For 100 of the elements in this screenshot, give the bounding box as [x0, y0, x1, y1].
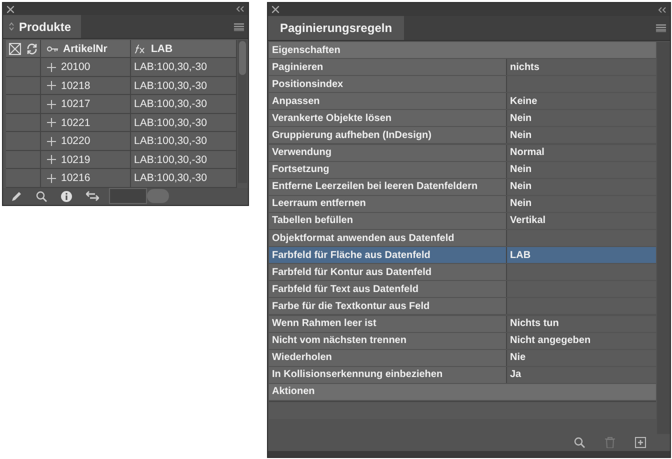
- property-label: In Kollisionserkennung einbeziehen: [269, 366, 507, 383]
- property-label: Paginieren: [269, 59, 507, 76]
- property-label: Wiederholen: [269, 350, 507, 366]
- property-value: Nein: [507, 110, 656, 126]
- column-header[interactable]: LAB: [131, 40, 237, 58]
- article-number: 20100: [61, 61, 90, 74]
- frame-icon[interactable]: [9, 42, 21, 55]
- property-label: Farbe für die Textkontur aus Feld: [269, 298, 507, 314]
- property-row[interactable]: Farbe für die Textkontur aus Feld: [269, 298, 656, 314]
- article-number: 10217: [61, 98, 90, 110]
- property-row[interactable]: Leerraum entfernen Nein: [269, 196, 656, 212]
- table-cell: LAB:100,30,-30: [131, 169, 237, 187]
- property-value: Normal: [507, 144, 656, 161]
- property-label: Positionsindex: [269, 76, 507, 92]
- swap-icon[interactable]: [86, 191, 99, 202]
- plus-icon[interactable]: [47, 136, 56, 146]
- close-icon[interactable]: [272, 6, 279, 13]
- plus-icon[interactable]: [47, 62, 56, 72]
- property-row[interactable]: Gruppierung aufheben (InDesign) Nein: [269, 127, 656, 144]
- property-label: Objektformat anwenden aus Datenfeld: [269, 230, 507, 246]
- property-value: Nein: [507, 178, 656, 195]
- property-row[interactable]: Wenn Rahmen leer ist Nichts tun: [269, 316, 656, 332]
- property-row[interactable]: Fortsetzung Nein: [269, 162, 656, 178]
- search-icon[interactable]: [36, 190, 47, 202]
- property-label: Farbfeld für Fläche aus Datenfeld: [269, 247, 507, 264]
- close-icon[interactable]: [7, 6, 14, 13]
- article-number: 10218: [61, 80, 90, 92]
- column-header[interactable]: ArtikelNr: [41, 40, 131, 58]
- plus-icon[interactable]: [47, 118, 56, 128]
- section-header[interactable]: Eigenschaften: [269, 42, 656, 58]
- property-value: Nichts tun: [507, 316, 656, 332]
- property-value: Vertikal: [507, 212, 656, 229]
- table-cell: LAB:100,30,-30: [131, 76, 237, 94]
- property-value: Nein: [507, 162, 656, 178]
- property-label: Entferne Leerzeilen bei leeren Datenfeldern: [269, 178, 507, 195]
- property-row[interactable]: Tabellen befüllen Vertikal: [269, 212, 656, 229]
- article-number: 10219: [61, 154, 90, 166]
- plus-icon[interactable]: [47, 155, 56, 164]
- section-header[interactable]: Aktionen: [269, 384, 656, 400]
- property-row[interactable]: Verankerte Objekte lösen Nein: [269, 110, 656, 126]
- menu-icon[interactable]: [234, 22, 244, 31]
- property-label: Nicht vom nächsten trennen: [269, 332, 507, 349]
- property-value: Nein: [507, 196, 656, 212]
- scrollbar[interactable]: [657, 42, 670, 434]
- property-row[interactable]: Verwendung Normal: [269, 144, 656, 161]
- table-cell: LAB:100,30,-30: [131, 132, 237, 150]
- property-value: Nie: [507, 350, 656, 366]
- property-label: Gruppierung aufheben (InDesign): [269, 127, 507, 144]
- scroll-thumb[interactable]: [239, 40, 246, 75]
- scrollbar[interactable]: [238, 40, 247, 183]
- panel-title: Produkte: [19, 20, 72, 34]
- table-cell: LAB:100,30,-30: [131, 114, 237, 132]
- property-label: Anpassen: [269, 93, 507, 110]
- panel-tab[interactable]: Paginierungsregeln: [268, 16, 404, 40]
- plus-icon[interactable]: [47, 100, 56, 109]
- refresh-icon[interactable]: [26, 42, 38, 55]
- property-value: LAB: [507, 247, 656, 264]
- formula-icon: [134, 44, 146, 54]
- property-label: Verankerte Objekte lösen: [269, 110, 507, 126]
- property-value: Keine: [507, 93, 656, 110]
- property-value: Nicht angegeben: [507, 332, 656, 349]
- property-value: nichts: [507, 59, 656, 76]
- property-label: Wenn Rahmen leer ist: [269, 316, 507, 332]
- property-row[interactable]: Objektformat anwenden aus Datenfeld: [269, 230, 656, 246]
- article-number: 10220: [61, 135, 90, 148]
- updown-icon: [9, 22, 14, 32]
- property-row[interactable]: In Kollisionserkennung einbeziehen Ja: [269, 366, 656, 383]
- property-row[interactable]: Nicht vom nächsten trennen Nicht angegeben: [269, 332, 656, 349]
- property-row[interactable]: Farbfeld für Fläche aus Datenfeld LAB: [269, 247, 656, 264]
- property-label: Tabellen befüllen: [269, 212, 507, 229]
- property-row[interactable]: Anpassen Keine: [269, 93, 656, 110]
- input-field[interactable]: [109, 188, 147, 204]
- menu-icon[interactable]: [656, 24, 666, 32]
- property-row[interactable]: Entferne Leerzeilen bei leeren Datenfeldern Nein: [269, 178, 656, 195]
- plus-icon[interactable]: [47, 81, 56, 90]
- key-icon: [47, 46, 58, 52]
- property-label: Verwendung: [269, 144, 507, 161]
- collapse-icon[interactable]: [236, 6, 244, 12]
- property-row[interactable]: Farbfeld für Text aus Datenfeld: [269, 281, 656, 298]
- property-label: Farbfeld für Text aus Datenfeld: [269, 281, 507, 298]
- table-cell: LAB:100,30,-30: [131, 150, 237, 168]
- property-value: Nein: [507, 127, 656, 144]
- article-number: 10221: [61, 116, 90, 129]
- pencil-icon[interactable]: [11, 190, 22, 202]
- property-row[interactable]: Wiederholen Nie: [269, 350, 656, 366]
- panel-tab[interactable]: Produkte: [3, 15, 82, 38]
- article-number: 10216: [61, 172, 90, 184]
- info-icon[interactable]: [61, 190, 72, 202]
- property-row[interactable]: Positionsindex: [269, 76, 656, 92]
- plus-icon[interactable]: [47, 174, 56, 183]
- property-label: Farbfeld für Kontur aus Datenfeld: [269, 264, 507, 280]
- add-icon[interactable]: [635, 437, 646, 448]
- property-value: Ja: [507, 366, 656, 383]
- property-row[interactable]: Paginieren nichts: [269, 59, 656, 76]
- property-label: Fortsetzung: [269, 162, 507, 178]
- table-cell: LAB:100,30,-30: [131, 95, 237, 113]
- property-row[interactable]: Farbfeld für Kontur aus Datenfeld: [269, 264, 656, 280]
- search-icon[interactable]: [574, 437, 585, 448]
- table-cell: LAB:100,30,-30: [131, 58, 237, 76]
- collapse-icon[interactable]: [658, 6, 666, 12]
